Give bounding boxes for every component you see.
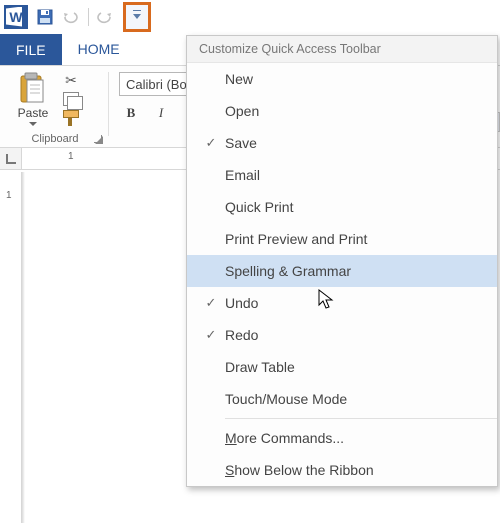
qat-divider: [88, 8, 89, 26]
app-icon[interactable]: W: [4, 5, 28, 29]
chevron-down-icon: [133, 14, 141, 19]
group-clipboard: Paste Clipboard: [6, 72, 104, 147]
tab-stop-icon: [6, 154, 16, 164]
menu-item-draw-table[interactable]: Draw Table: [187, 351, 497, 383]
copy-button[interactable]: [62, 91, 80, 107]
vertical-ruler[interactable]: 1: [0, 172, 22, 523]
undo-icon[interactable]: [62, 8, 80, 26]
menu-item-open[interactable]: Open: [187, 95, 497, 127]
check-icon: ✓: [197, 295, 225, 311]
customize-qat-dropdown-button[interactable]: [130, 7, 144, 27]
cut-button[interactable]: [62, 72, 80, 88]
tab-stop-selector[interactable]: [0, 148, 22, 170]
menu-item-show-below-ribbon[interactable]: Show Below the Ribbon: [187, 454, 497, 486]
customize-qat-menu: Customize Quick Access Toolbar New Open …: [186, 35, 498, 487]
tab-home[interactable]: HOME: [62, 34, 136, 66]
cut-icon: [65, 72, 77, 89]
clipboard-dialog-launcher-icon[interactable]: [92, 133, 102, 143]
menu-item-save[interactable]: ✓Save: [187, 127, 497, 159]
menu-item-undo[interactable]: ✓Undo: [187, 287, 497, 319]
menu-item-quick-print[interactable]: Quick Print: [187, 191, 497, 223]
menu-item-spelling-grammar[interactable]: Spelling & Grammar: [187, 255, 497, 287]
font-name-value: Calibri (Bo: [120, 77, 188, 92]
check-icon: ✓: [197, 135, 225, 151]
format-painter-icon: [63, 110, 79, 126]
menu-item-touch-mouse-mode[interactable]: Touch/Mouse Mode: [187, 383, 497, 415]
vruler-mark-1: 1: [6, 190, 12, 201]
tab-file[interactable]: FILE: [0, 34, 62, 66]
menu-item-email[interactable]: Email: [187, 159, 497, 191]
hruler-mark-1: 1: [68, 151, 74, 162]
paste-dropdown-icon[interactable]: [29, 122, 37, 126]
quick-access-toolbar: W: [0, 0, 500, 34]
menu-item-redo[interactable]: ✓Redo: [187, 319, 497, 351]
italic-button[interactable]: I: [149, 102, 173, 124]
paste-icon[interactable]: [18, 72, 48, 104]
menu-item-more-commands[interactable]: More Commands...: [187, 422, 497, 454]
menu-separator: [225, 418, 497, 419]
format-painter-button[interactable]: [62, 110, 80, 126]
check-icon: ✓: [197, 327, 225, 343]
menu-item-new[interactable]: New: [187, 63, 497, 95]
save-icon[interactable]: [36, 8, 54, 26]
word-app-letter: W: [9, 9, 22, 25]
redo-icon[interactable]: [97, 8, 115, 26]
menu-title: Customize Quick Access Toolbar: [187, 36, 497, 63]
menu-item-print-preview[interactable]: Print Preview and Print: [187, 223, 497, 255]
group-separator: [108, 72, 109, 136]
paste-label[interactable]: Paste: [18, 106, 49, 120]
clipboard-group-label: Clipboard: [6, 133, 104, 145]
bold-button[interactable]: B: [119, 102, 143, 124]
copy-icon: [63, 92, 79, 106]
customize-qat-button-highlight: [123, 2, 151, 32]
font-name-combo[interactable]: Calibri (Bo: [119, 72, 189, 96]
